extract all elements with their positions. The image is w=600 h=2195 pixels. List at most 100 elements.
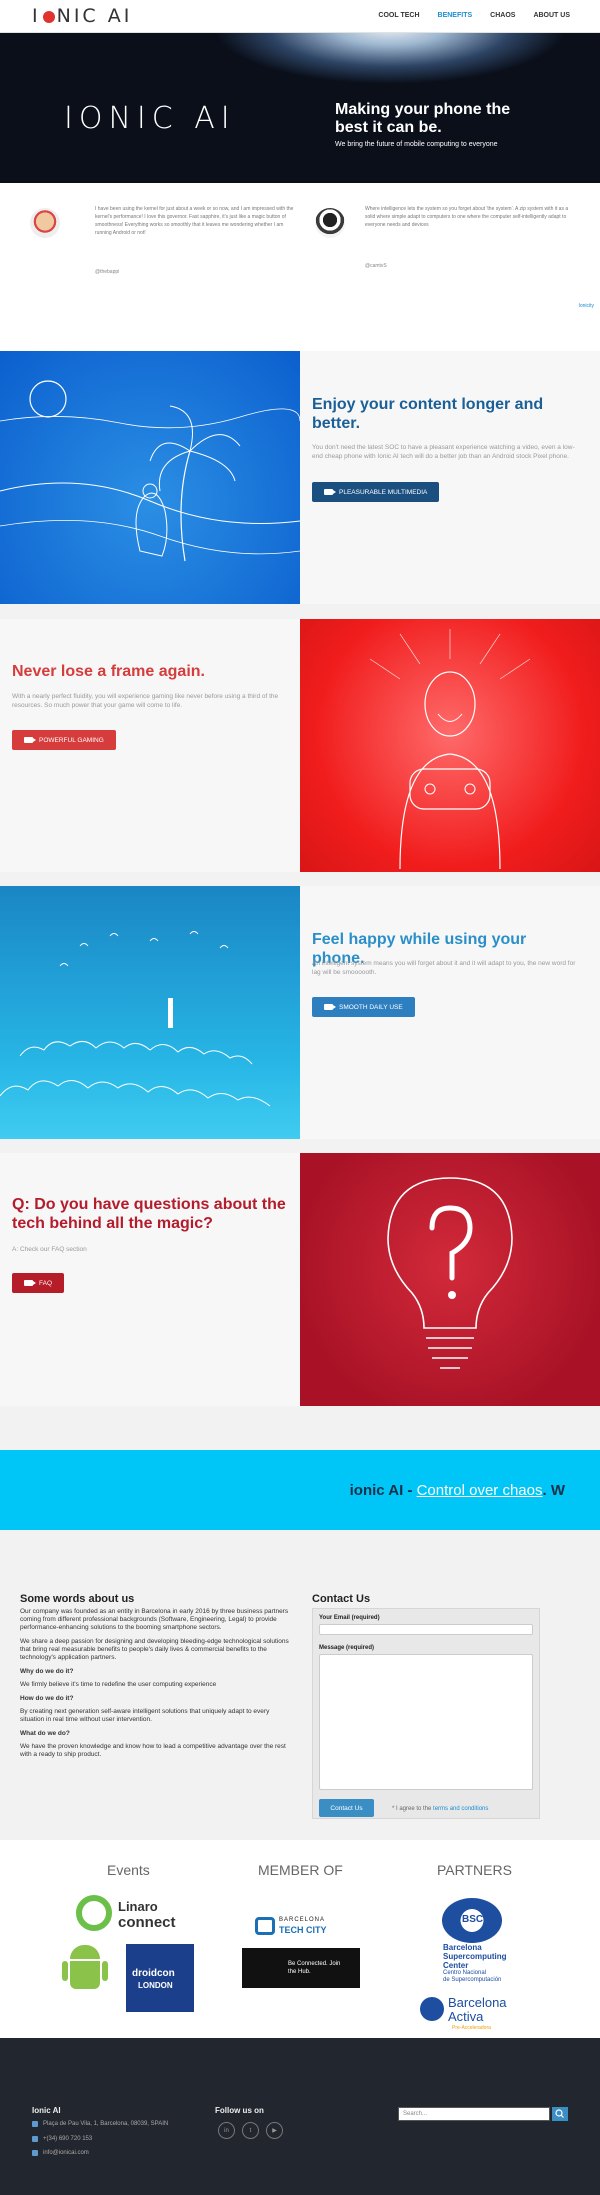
barcelona-tech-city-logo[interactable]: BARCELONA TECH CITY <box>255 1915 345 1940</box>
testimonial-quote: I have been using the kernel for just ab… <box>95 206 294 236</box>
control-over-chaos-link[interactable]: Control over chaos <box>417 1482 543 1499</box>
avatar <box>315 208 345 238</box>
testimonials-section: I have been using the kernel for just ab… <box>0 183 600 351</box>
about-question: How do we do it? <box>20 1695 74 1702</box>
gamer-icon <box>369 629 531 870</box>
about-answer: By creating next generation self-aware i… <box>20 1708 270 1723</box>
powerful-gaming-button[interactable]: POWERFUL GAMING <box>12 730 116 750</box>
button-label: POWERFUL GAMING <box>39 736 104 744</box>
twitter-icon[interactable]: t <box>242 2122 259 2139</box>
about-text: Our company was founded as an entity in … <box>20 1608 290 1765</box>
contact-form: Your Email (required) Message (required)… <box>312 1608 540 1819</box>
barcelona-activa-logo[interactable]: Barcelona Activa Pre-Acceleradora <box>420 1995 560 2035</box>
nav-cool-tech[interactable]: COOL TECH <box>378 12 419 19</box>
bsc-line-1: Barcelona <box>443 1943 482 1952</box>
hero-subtitle: We bring the future of mobile computing … <box>335 141 498 148</box>
partners-section: Events MEMBER OF PARTNERS Linaro connect… <box>0 1840 600 2038</box>
main-nav: COOL TECH BENEFITS CHAOS ABOUT US <box>378 12 570 19</box>
droidcon-london-logo[interactable]: droidcon LONDON <box>126 1944 194 2012</box>
london-text: LONDON <box>138 1981 173 1990</box>
lightbulb-illustration <box>300 1153 600 1406</box>
about-question: What do we do? <box>20 1730 70 1737</box>
bsc-line-3: Center <box>443 1961 469 1970</box>
about-answer: We firmly believe it's time to redefine … <box>20 1681 217 1688</box>
hero-logo: IONIC AI <box>64 101 236 136</box>
testimonial-handle: @camtvS <box>365 263 387 269</box>
linkedin-icon[interactable]: in <box>218 2122 235 2139</box>
terms-checkbox-text: * I agree to the terms and conditions <box>392 1806 488 1812</box>
email-field[interactable] <box>319 1624 533 1635</box>
hero-banner: IONIC AI Making your phone the best it c… <box>0 33 600 183</box>
bsc-line-2: Supercomputing <box>443 1952 507 1961</box>
linaro-connect-logo[interactable]: Linaro connect <box>76 1895 186 1935</box>
lightbulb-icon <box>387 1177 513 1369</box>
feature-description: With a nearly perfect fluidity, you will… <box>12 693 279 709</box>
feature-title: Enjoy your content longer and better. <box>312 396 544 432</box>
map-pin-icon <box>32 2121 38 2127</box>
logo-text-left: I <box>32 5 41 27</box>
feature-title: Never lose a frame again. <box>12 663 205 680</box>
activa-line-2: Activa <box>448 2009 484 2024</box>
about-answer: We have the proven knowledge and know ho… <box>20 1743 286 1758</box>
bsc-line-4: Centro Nacional <box>443 1970 487 1976</box>
beach-illustration <box>0 351 301 604</box>
search-input[interactable]: Search... <box>398 2107 550 2121</box>
button-label: PLEASURABLE MULTIMEDIA <box>339 488 428 496</box>
phone-text: +(34) 690 720 153 <box>43 2136 93 2142</box>
tech-city-name: TECH CITY <box>279 1925 327 1935</box>
feature-description: An intelligent system means you will for… <box>312 960 576 976</box>
site-logo[interactable]: I NIC AI <box>32 5 132 27</box>
message-field[interactable] <box>319 1654 533 1790</box>
terms-prefix: * I agree to the <box>392 1806 434 1812</box>
bsc-name: Barcelona Supercomputing Center Centro N… <box>443 1943 563 1984</box>
video-camera-icon <box>324 489 336 495</box>
nav-about-us[interactable]: ABOUT US <box>533 12 570 19</box>
about-paragraph: We share a deep passion for designing an… <box>20 1638 289 1661</box>
email-label: Your Email (required) <box>319 1615 380 1621</box>
android-robot-icon <box>60 1945 110 1995</box>
join-the-hub-banner[interactable]: Be Connected. Join the Hub. <box>242 1948 360 1988</box>
bsc-text: BSC <box>462 1914 484 1925</box>
tech-city-label: BARCELONA <box>279 1917 326 1923</box>
button-label: SMOOTH DAILY USE <box>339 1003 403 1011</box>
nav-benefits[interactable]: BENEFITS <box>438 12 473 19</box>
bsc-logo[interactable]: BSC <box>442 1898 502 1943</box>
tagline-banner: ionic AI - Control over chaos. W <box>0 1450 600 1530</box>
testimonial-quote: Where intelligence lets the system so yo… <box>365 206 569 228</box>
contact-submit-button[interactable]: Contact Us <box>319 1799 374 1817</box>
bsc-line-5: de Supercomputación <box>443 1977 502 1983</box>
logo-text-right: NIC AI <box>56 5 133 27</box>
phone-icon <box>32 2136 38 2142</box>
about-paragraph: Our company was founded as an entity in … <box>20 1608 289 1631</box>
clouds-icon <box>0 931 271 1107</box>
faq-button[interactable]: FAQ <box>12 1273 65 1293</box>
video-camera-icon <box>324 1004 336 1010</box>
nav-chaos[interactable]: CHAOS <box>490 12 515 19</box>
connect-text: connect <box>118 1914 176 1931</box>
search-button[interactable] <box>552 2107 568 2121</box>
feature-faq: Q: Do you have questions about the tech … <box>0 1153 600 1406</box>
feature-gaming: Never lose a frame again. With a nearly … <box>0 619 600 872</box>
gamer-illustration <box>300 619 600 872</box>
about-contact-section: Some words about us Our company was foun… <box>0 1577 600 1840</box>
search-icon <box>555 2109 564 2118</box>
testimonial-handle: @thebappi <box>95 269 120 275</box>
contact-heading: Contact Us <box>312 1593 371 1605</box>
feature-description: You don't need the latest SOC to have a … <box>312 444 575 460</box>
pleasurable-multimedia-button[interactable]: PLEASURABLE MULTIMEDIA <box>312 482 440 502</box>
terms-link[interactable]: terms and conditions <box>433 1806 488 1812</box>
youtube-icon[interactable]: ▶ <box>266 2122 283 2139</box>
envelope-icon <box>32 2150 38 2156</box>
sky-illustration <box>0 886 300 1139</box>
about-heading: Some words about us <box>20 1593 135 1605</box>
activa-line-1: Barcelona <box>448 1995 507 2010</box>
member-heading: MEMBER OF <box>258 1862 343 1878</box>
linaro-icon <box>76 1895 112 1931</box>
footer-email[interactable]: info@ionicai.com <box>32 2150 89 2156</box>
droidcon-text: droidcon <box>132 1968 175 1979</box>
hero-title: Making your phone the best it can be. <box>335 101 511 136</box>
smooth-daily-use-button[interactable]: SMOOTH DAILY USE <box>312 997 415 1017</box>
address-text: Plaça de Pau Vila, 1, Barcelona, 08039, … <box>43 2121 169 2127</box>
more-testimonials-link[interactable]: Ionicity <box>578 303 594 309</box>
footer-phone: +(34) 690 720 153 <box>32 2136 92 2142</box>
